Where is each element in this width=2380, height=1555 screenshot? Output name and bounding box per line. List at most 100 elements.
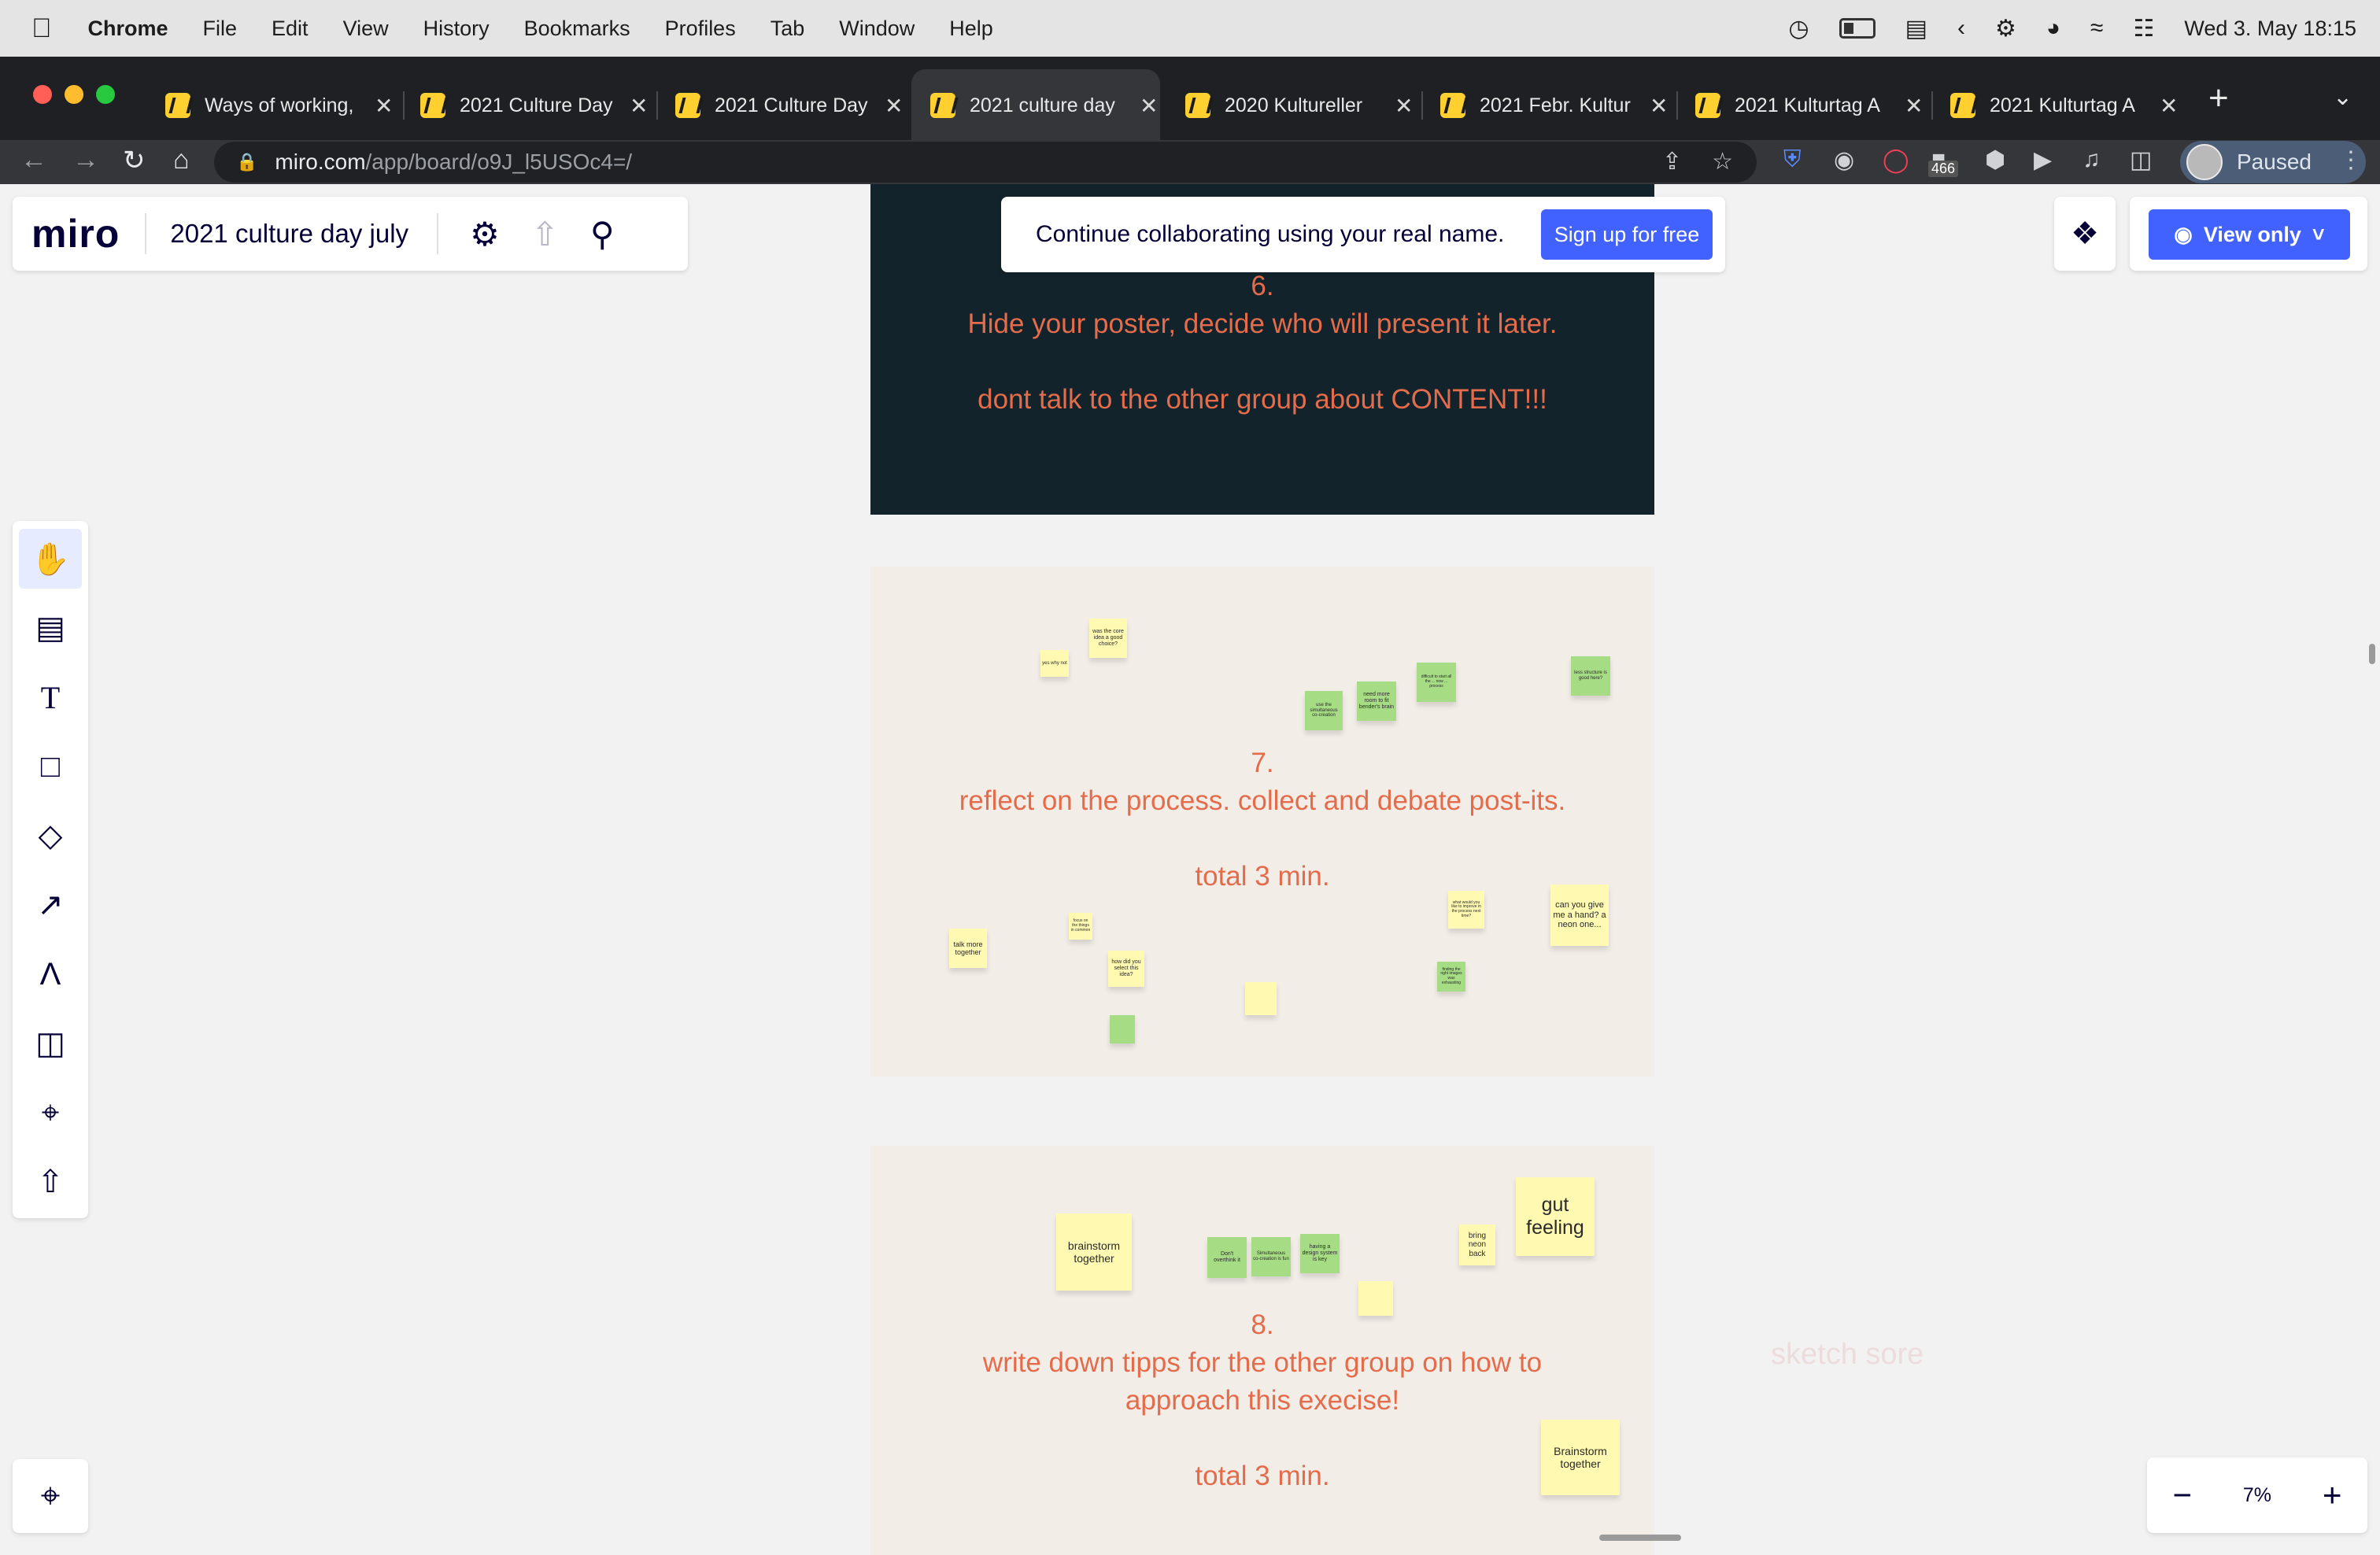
- zoom-level[interactable]: 7%: [2243, 1484, 2271, 1507]
- menubar-clock[interactable]: Wed 3. May 18:15: [2184, 17, 2356, 41]
- text-tool-button[interactable]: T: [19, 667, 82, 727]
- time-machine-icon[interactable]: ◷: [1788, 15, 1809, 42]
- search-icon[interactable]: ⚲: [590, 215, 615, 253]
- sticky-note[interactable]: Don't overthink it: [1207, 1237, 1247, 1278]
- sticky-note[interactable]: how did you select this idea?: [1108, 951, 1144, 987]
- menu-view[interactable]: View: [343, 17, 389, 41]
- display-icon[interactable]: ▤: [1905, 15, 1927, 42]
- menu-history[interactable]: History: [423, 17, 490, 41]
- board-frame-8[interactable]: 8. write down tipps for the other group …: [870, 1146, 1654, 1555]
- menu-help[interactable]: Help: [949, 17, 993, 41]
- lock-icon[interactable]: 🔒: [236, 152, 257, 172]
- back-arrow-icon[interactable]: ←: [20, 145, 47, 175]
- close-icon[interactable]: ✕: [1395, 93, 1413, 119]
- sticky-note[interactable]: gut feeling: [1516, 1177, 1595, 1256]
- view-only-button[interactable]: ◉ View only ˅: [2149, 209, 2350, 260]
- board-frame-7[interactable]: 7. reflect on the process. collect and d…: [870, 567, 1654, 1077]
- window-zoom-button[interactable]: [96, 85, 115, 104]
- close-icon[interactable]: ✕: [1140, 93, 1158, 119]
- browser-tab[interactable]: Ways of working, ✕: [146, 69, 395, 142]
- tab-search-chevron-icon[interactable]: ⌄: [2333, 83, 2352, 111]
- browser-tab[interactable]: 2021 Kulturtag A ✕: [1931, 69, 2180, 142]
- network-icon[interactable]: ⚙: [1995, 15, 2016, 42]
- sticky-note[interactable]: finding the right images was exhausting: [1437, 962, 1465, 992]
- sticky-note[interactable]: need more room to fit bender's brain: [1357, 681, 1396, 721]
- close-icon[interactable]: ✕: [1650, 93, 1668, 119]
- browser-tab[interactable]: 2020 Kultureller ✕: [1166, 69, 1415, 142]
- sign-up-button[interactable]: Sign up for free: [1541, 209, 1713, 260]
- close-icon[interactable]: ✕: [630, 93, 648, 119]
- window-close-button[interactable]: [33, 85, 52, 104]
- browser-tab[interactable]: 2021 Culture Day ✕: [401, 69, 650, 142]
- browser-tab[interactable]: 2021 Culture Day ✕: [656, 69, 905, 142]
- sticky-note[interactable]: Simultaneous co-creation is fun: [1251, 1237, 1291, 1276]
- close-icon[interactable]: ✕: [1905, 93, 1923, 119]
- share-icon[interactable]: ⇪: [1662, 148, 1682, 175]
- browser-tab[interactable]: 2021 Kulturtag A ✕: [1676, 69, 1925, 142]
- new-tab-button[interactable]: +: [2208, 79, 2229, 118]
- close-icon[interactable]: ✕: [375, 93, 393, 119]
- upload-tool-button[interactable]: ⇧: [19, 1152, 82, 1212]
- hand-tool-button[interactable]: ✋: [19, 529, 82, 589]
- sticky-note[interactable]: can you give me a hand? a neon one...: [1550, 885, 1609, 946]
- browser-tab-active[interactable]: 2021 culture day ✕: [911, 69, 1160, 142]
- address-bar[interactable]: 🔒 miro.com/app/board/o9J_l5USOc4=/ ⇪ ☆: [214, 142, 1757, 183]
- browser-tab[interactable]: 2021 Febr. Kultur ✕: [1421, 69, 1670, 142]
- battery-icon[interactable]: [1839, 18, 1876, 39]
- forward-arrow-icon[interactable]: →: [72, 145, 99, 175]
- extension-owl-icon[interactable]: ◉: [1834, 146, 1854, 174]
- menu-bookmarks[interactable]: Bookmarks: [524, 17, 630, 41]
- sticky-note-tool-button[interactable]: □: [19, 737, 82, 796]
- sticky-note[interactable]: [1358, 1281, 1393, 1316]
- shapes-tool-button[interactable]: ◇: [19, 806, 82, 866]
- sticky-note[interactable]: brainstorm together: [1056, 1213, 1132, 1291]
- control-center-icon[interactable]: ☷: [2133, 15, 2154, 42]
- frame-tool-button[interactable]: ⌖: [19, 1083, 82, 1143]
- media-control-icon[interactable]: ♫: [2082, 146, 2101, 173]
- sticky-note[interactable]: was the core idea a good choice?: [1089, 619, 1127, 658]
- pocket-icon[interactable]: ◯: [1883, 146, 1909, 174]
- menu-edit[interactable]: Edit: [272, 17, 309, 41]
- window-minimize-button[interactable]: [65, 85, 83, 104]
- horizontal-scrollbar[interactable]: [1599, 1535, 1681, 1541]
- side-panel-icon[interactable]: ◫: [2130, 146, 2152, 174]
- chevron-left-icon[interactable]: ‹: [1957, 15, 1965, 42]
- url-text[interactable]: miro.com/app/board/o9J_l5USOc4=/: [275, 150, 632, 175]
- sticky-note[interactable]: use the simultaneous co-creation: [1305, 691, 1343, 730]
- home-icon[interactable]: ⌂: [173, 145, 190, 175]
- sticky-note[interactable]: focus on the things in common: [1069, 913, 1092, 940]
- menu-window[interactable]: Window: [839, 17, 915, 41]
- frames-panel-button[interactable]: ⌖: [13, 1459, 88, 1533]
- sticky-note[interactable]: difficult to start all the ... now ... p…: [1417, 663, 1456, 702]
- menu-profiles[interactable]: Profiles: [665, 17, 736, 41]
- zoom-in-button[interactable]: +: [2323, 1476, 2342, 1514]
- templates-tool-button[interactable]: ◫: [19, 1014, 82, 1073]
- kebab-menu-icon[interactable]: ⋮: [2339, 146, 2363, 174]
- reload-icon[interactable]: ↻: [123, 145, 146, 176]
- miro-logo[interactable]: miro: [31, 211, 120, 257]
- bitwarden-shield-icon[interactable]: ⛨: [1783, 146, 1802, 173]
- wifi-icon[interactable]: ≈: [2090, 15, 2103, 42]
- user-switch-icon[interactable]: ◕: [2046, 15, 2060, 42]
- comment-tool-button[interactable]: ▤: [19, 598, 82, 658]
- menu-tab[interactable]: Tab: [771, 17, 805, 41]
- menu-file[interactable]: File: [203, 17, 238, 41]
- pen-tool-button[interactable]: Λ: [19, 944, 82, 1004]
- puzzle-icon[interactable]: ▶: [2034, 146, 2052, 174]
- apple-logo-icon[interactable]: : [31, 13, 52, 44]
- sticky-note[interactable]: talk more together: [949, 929, 987, 968]
- bookmark-star-icon[interactable]: ☆: [1712, 148, 1733, 175]
- vertical-scrollbar[interactable]: [2369, 644, 2375, 664]
- upload-icon[interactable]: ⇧: [531, 215, 559, 253]
- close-icon[interactable]: ✕: [2160, 93, 2178, 119]
- profile-button[interactable]: Paused: [2180, 141, 2366, 183]
- menu-app-chrome[interactable]: Chrome: [88, 17, 168, 41]
- arrow-tool-button[interactable]: ↗: [19, 875, 82, 935]
- sticky-note[interactable]: having a design system is key: [1300, 1234, 1340, 1273]
- gear-icon[interactable]: ⚙: [470, 215, 500, 253]
- sticky-note[interactable]: less structure is good here?: [1571, 656, 1610, 696]
- sticky-note[interactable]: [1110, 1015, 1135, 1043]
- sticky-note[interactable]: bring neon back: [1459, 1224, 1495, 1265]
- close-icon[interactable]: ✕: [885, 93, 903, 119]
- apps-button[interactable]: ❖: [2054, 197, 2116, 271]
